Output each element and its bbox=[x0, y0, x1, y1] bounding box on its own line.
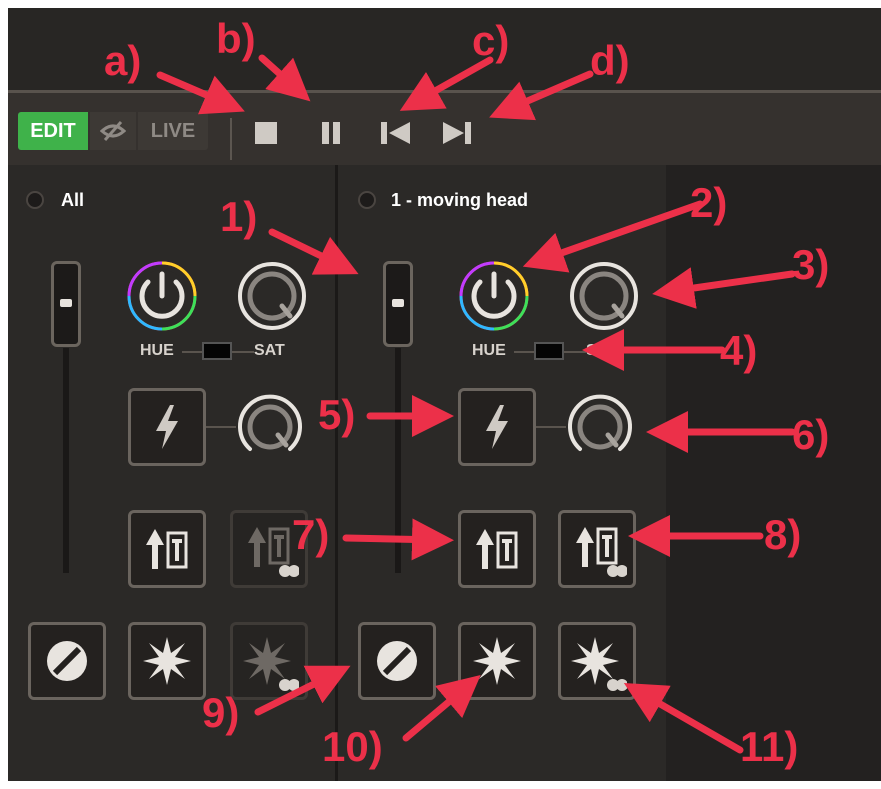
flash-all-button[interactable] bbox=[230, 622, 308, 700]
callout-b: b) bbox=[216, 15, 256, 62]
empty-area bbox=[666, 165, 881, 781]
stop-button[interactable] bbox=[254, 116, 280, 155]
color-preview-swatch bbox=[534, 342, 564, 360]
burst-icon bbox=[143, 637, 191, 685]
hide-toggle-button[interactable] bbox=[90, 112, 136, 150]
toolbar-separator bbox=[230, 118, 232, 160]
live-mode-button[interactable]: LIVE bbox=[138, 112, 208, 150]
sat-label: SAT bbox=[586, 342, 617, 359]
callout-1: 1) bbox=[220, 193, 258, 240]
pause-icon bbox=[322, 122, 340, 144]
blackout-button[interactable] bbox=[28, 622, 106, 700]
flash-all-button[interactable] bbox=[558, 622, 636, 700]
callout-5: 5) bbox=[318, 391, 356, 438]
flash-button[interactable] bbox=[458, 622, 536, 700]
fader-track[interactable] bbox=[63, 348, 69, 573]
edit-mode-button[interactable]: EDIT bbox=[18, 112, 88, 150]
lighting-app: EDIT LIVE All HUE SAT 1 - moving head HU… bbox=[8, 8, 881, 781]
arrow-up-top-icon bbox=[476, 529, 518, 569]
next-button[interactable] bbox=[440, 116, 474, 155]
arrow-up-top-icon bbox=[146, 529, 188, 569]
callout-7: 7) bbox=[292, 511, 330, 558]
flash-button[interactable] bbox=[128, 622, 206, 700]
stop-icon bbox=[255, 122, 277, 144]
saturation-knob[interactable] bbox=[236, 260, 308, 332]
column-select-radio[interactable] bbox=[26, 191, 44, 209]
callout-9: 9) bbox=[202, 689, 240, 736]
pause-button[interactable] bbox=[320, 116, 346, 155]
burst-link-icon bbox=[571, 637, 627, 691]
circle-slash-icon bbox=[47, 641, 87, 681]
lightning-icon bbox=[486, 405, 508, 449]
strobe-speed-knob[interactable] bbox=[234, 391, 306, 463]
callout-8: 8) bbox=[764, 511, 802, 558]
strobe-button[interactable] bbox=[128, 388, 206, 466]
callout-6: 6) bbox=[792, 411, 830, 458]
saturation-knob[interactable] bbox=[568, 260, 640, 332]
hue-knob[interactable] bbox=[458, 260, 530, 332]
callout-d: d) bbox=[590, 37, 630, 84]
arrow-up-top-link-icon bbox=[248, 527, 299, 577]
callout-a: a) bbox=[104, 37, 142, 84]
callout-11: 11) bbox=[740, 723, 799, 770]
callout-10: 10) bbox=[322, 723, 383, 770]
hue-label: HUE bbox=[140, 342, 174, 359]
color-preview-swatch bbox=[202, 342, 232, 360]
burst-link-icon bbox=[243, 637, 299, 691]
sat-label: SAT bbox=[254, 342, 285, 359]
set-top-all-button[interactable] bbox=[558, 510, 636, 588]
fader-track[interactable] bbox=[395, 348, 401, 573]
callout-3: 3) bbox=[792, 241, 830, 288]
dimmer-fader[interactable] bbox=[383, 261, 413, 347]
burst-icon bbox=[473, 637, 521, 685]
dimmer-fader[interactable] bbox=[51, 261, 81, 347]
circle-slash-icon bbox=[377, 641, 417, 681]
lightning-icon bbox=[156, 405, 178, 449]
skip-next-icon bbox=[443, 122, 471, 144]
strobe-link bbox=[536, 426, 566, 428]
strobe-link bbox=[206, 426, 236, 428]
callout-c: c) bbox=[472, 17, 510, 64]
previous-button[interactable] bbox=[380, 116, 414, 155]
strobe-button[interactable] bbox=[458, 388, 536, 466]
callout-2: 2) bbox=[690, 179, 728, 226]
arrow-up-top-link-icon bbox=[576, 527, 627, 577]
callout-4: 4) bbox=[720, 327, 758, 374]
set-top-button[interactable] bbox=[128, 510, 206, 588]
column-name: 1 - moving head bbox=[391, 190, 529, 210]
column-name: All bbox=[61, 190, 85, 210]
blackout-button[interactable] bbox=[358, 622, 436, 700]
set-top-button[interactable] bbox=[458, 510, 536, 588]
column-select-radio[interactable] bbox=[358, 191, 376, 209]
skip-previous-icon bbox=[381, 122, 410, 144]
hue-knob[interactable] bbox=[126, 260, 198, 332]
column-separator bbox=[335, 165, 338, 781]
eye-slash-icon bbox=[100, 121, 126, 141]
strobe-speed-knob[interactable] bbox=[564, 391, 636, 463]
hue-label: HUE bbox=[472, 342, 506, 359]
